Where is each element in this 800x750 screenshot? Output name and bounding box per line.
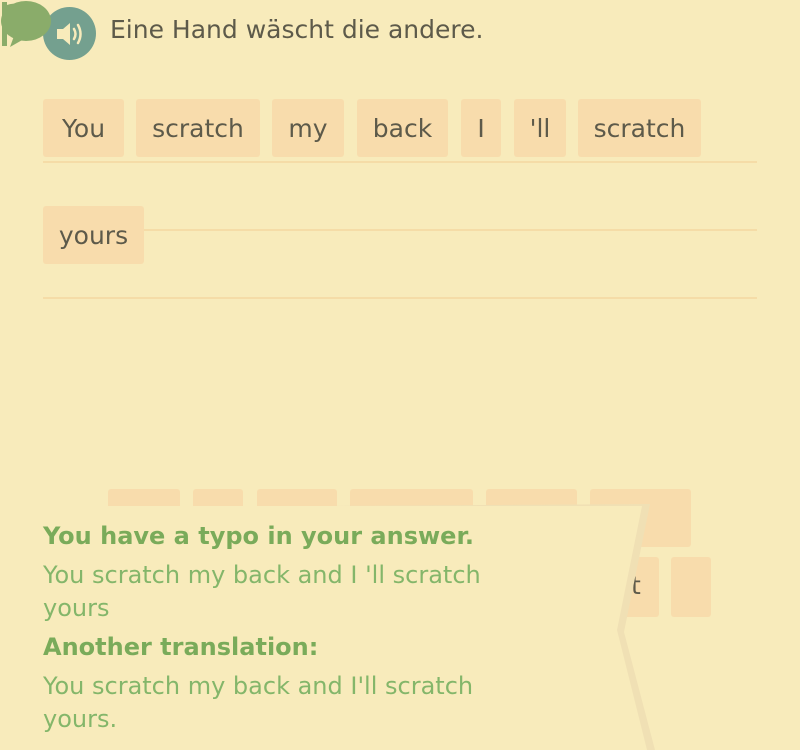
typo-heading: You have a typo in your answer. [43,522,474,550]
answer-tile[interactable]: yours [43,206,144,264]
another-translation: You scratch my back and I'll scratch you… [43,672,474,733]
answer-tile[interactable]: my [272,99,344,157]
word-bank-tile-label: t [631,571,641,600]
answer-tile[interactable]: 'll [514,99,566,157]
answer-line [43,229,757,231]
answer-line [43,297,757,299]
answer-tile[interactable]: back [357,99,448,157]
answer-tile[interactable]: scratch [136,99,260,157]
word-bank-tile[interactable] [590,489,691,547]
speaker-icon [56,22,82,45]
corrected-answer: You scratch my back and I 'll scratch yo… [43,561,481,622]
comment-count[interactable]: 259 [557,582,609,602]
word-bank-tile[interactable] [486,489,577,547]
flag-icon[interactable] [0,0,44,46]
prompt-sentence: Eine Hand wäscht die andere. [110,15,484,44]
answer-tile[interactable]: I [461,99,501,157]
answer-tile[interactable]: You [43,99,124,157]
word-bank-tile[interactable] [671,557,711,617]
answer-tile[interactable]: scratch [578,99,701,157]
another-translation-heading: Another translation: [43,633,319,661]
answer-line [43,161,757,163]
